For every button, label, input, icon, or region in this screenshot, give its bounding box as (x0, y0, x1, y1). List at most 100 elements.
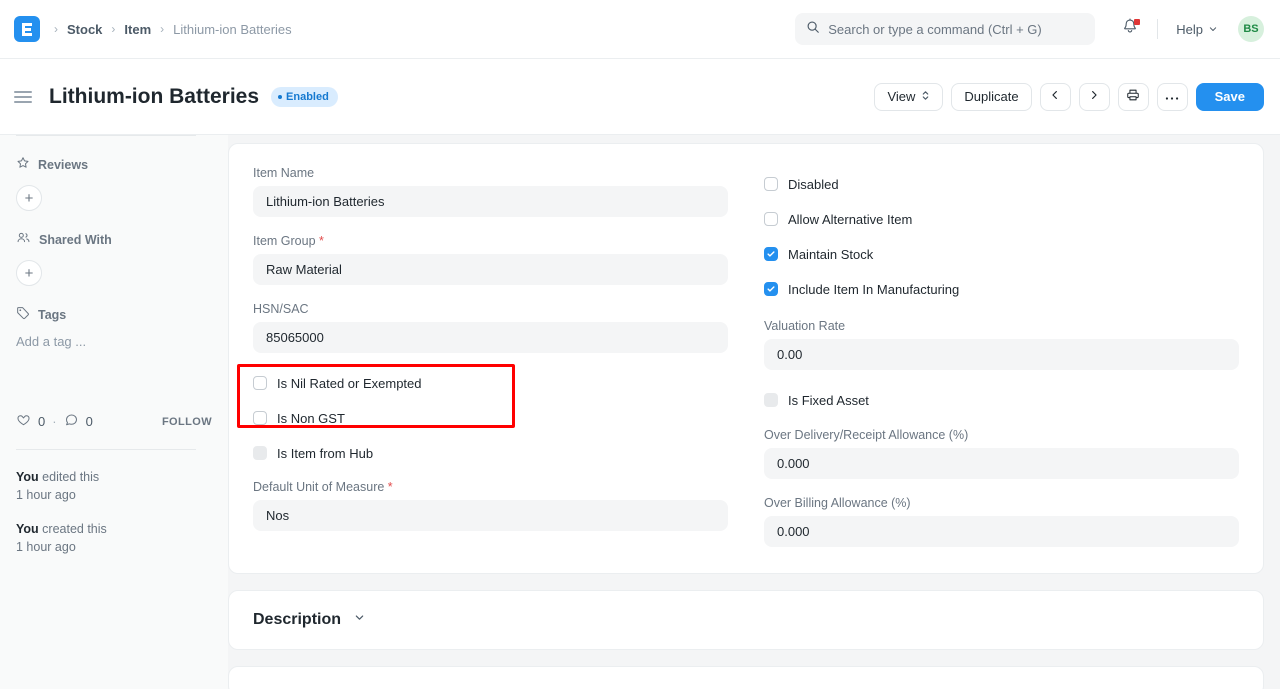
is-non-gst-label: Is Non GST (277, 410, 345, 426)
hsn-sac-input[interactable] (253, 322, 728, 353)
top-navbar: › Stock › Item › Lithium-ion Batteries S… (0, 0, 1280, 59)
page-body: Reviews + Shared With + Tags Add a tag .… (0, 135, 1280, 689)
erpnext-logo-icon[interactable] (14, 16, 40, 42)
sidebar-section-shared-with: Shared With + (16, 231, 212, 286)
more-options-button[interactable] (1156, 82, 1188, 111)
notifications-button[interactable] (1115, 14, 1145, 44)
add-tag-input[interactable]: Add a tag ... (16, 334, 212, 349)
print-button[interactable] (1117, 82, 1149, 111)
breadcrumb-item-stock[interactable]: Stock (67, 22, 102, 37)
maintain-stock-checkbox[interactable] (764, 247, 778, 261)
item-group-label: Item Group * (253, 234, 728, 248)
item-details-card: Item Name Item Group * HSN/SAC (228, 143, 1264, 574)
help-menu-button[interactable]: Help (1170, 18, 1224, 41)
checkbox-row-include-item-in-manufacturing[interactable]: Include Item In Manufacturing (764, 276, 1239, 302)
maintain-stock-label: Maintain Stock (788, 246, 874, 262)
over-billing-allowance-label: Over Billing Allowance (%) (764, 496, 911, 510)
page-title: Lithium-ion Batteries (49, 84, 260, 108)
comment-icon[interactable] (64, 413, 79, 430)
over-billing-allowance-input[interactable] (764, 516, 1239, 547)
required-asterisk: * (384, 480, 393, 494)
user-avatar[interactable]: BS (1238, 16, 1264, 42)
duplicate-button[interactable]: Duplicate (951, 82, 1032, 111)
search-icon (806, 20, 820, 39)
sidebar-toggle-icon[interactable] (14, 90, 32, 103)
chevron-down-icon (353, 611, 366, 629)
add-shared-user-button[interactable]: + (16, 260, 42, 286)
is-fixed-asset-label: Is Fixed Asset (788, 392, 869, 408)
chevron-right-icon (1088, 89, 1100, 104)
global-search[interactable] (795, 13, 1096, 45)
include-item-in-manufacturing-checkbox[interactable] (764, 282, 778, 296)
allow-alternative-item-checkbox[interactable] (764, 212, 778, 226)
activity-text: You edited this (16, 468, 218, 486)
item-name-input[interactable] (253, 186, 728, 217)
checkbox-row-allow-alternative-item[interactable]: Allow Alternative Item (764, 206, 1239, 232)
activity-actor: You (16, 522, 39, 537)
page-actions: View Duplicate Save (874, 59, 1264, 134)
field-default-uom: Default Unit of Measure * (253, 480, 728, 531)
item-name-label: Item Name (253, 166, 315, 180)
stats-separator: · (52, 414, 57, 429)
search-input[interactable] (828, 21, 1085, 37)
selector-chevron-icon (921, 89, 930, 105)
default-uom-label: Default Unit of Measure * (253, 480, 728, 494)
breadcrumb-separator-0: › (54, 22, 58, 36)
include-item-in-manufacturing-label: Include Item In Manufacturing (788, 281, 960, 297)
breadcrumb: › Stock › Item › Lithium-ion Batteries (54, 22, 292, 37)
follow-button[interactable]: FOLLOW (162, 416, 212, 428)
hsn-sac-label: HSN/SAC (253, 302, 309, 316)
checkbox-row-is-nil-rated[interactable]: Is Nil Rated or Exempted (253, 370, 728, 396)
is-nil-rated-checkbox[interactable] (253, 376, 267, 390)
item-group-input[interactable] (253, 254, 728, 285)
is-item-from-hub-label: Is Item from Hub (277, 445, 374, 461)
is-item-from-hub-checkbox (253, 446, 267, 460)
disabled-checkbox[interactable] (764, 177, 778, 191)
reviews-label: Reviews (38, 157, 89, 172)
status-badge: Enabled (271, 86, 338, 107)
activity-time: 1 hour ago (16, 488, 76, 503)
is-nil-rated-label: Is Nil Rated or Exempted (277, 375, 422, 391)
heart-icon[interactable] (16, 413, 31, 430)
next-record-button[interactable] (1078, 82, 1110, 111)
is-non-gst-checkbox[interactable] (253, 411, 267, 425)
description-section-toggle[interactable]: Description (253, 611, 1239, 629)
notification-badge-dot (1134, 19, 1141, 25)
checkbox-row-maintain-stock[interactable]: Maintain Stock (764, 241, 1239, 267)
view-button[interactable]: View (874, 82, 944, 111)
add-review-button[interactable]: + (16, 185, 42, 211)
breadcrumb-item-item[interactable]: Item (124, 22, 151, 37)
navbar-divider (1157, 19, 1159, 39)
status-dot-icon (278, 94, 283, 99)
comment-count: 0 (85, 414, 93, 429)
over-delivery-allowance-input[interactable] (764, 448, 1239, 479)
default-uom-input[interactable] (253, 500, 728, 531)
is-fixed-asset-checkbox (764, 393, 778, 407)
allow-alternative-item-label: Allow Alternative Item (788, 211, 913, 227)
valuation-rate-input[interactable] (764, 339, 1239, 370)
ellipsis-icon (1165, 89, 1179, 104)
activity-time: 1 hour ago (16, 540, 76, 555)
sidebar-divider (16, 449, 196, 450)
activity-text: You created this (16, 520, 218, 538)
checkbox-row-disabled[interactable]: Disabled (764, 171, 1239, 197)
activity-action: created this (38, 522, 107, 537)
printer-icon (1126, 88, 1140, 105)
activity-entry: You edited this 1 hour ago (16, 468, 218, 504)
valuation-rate-label: Valuation Rate (764, 319, 846, 333)
sidebar-section-reviews: Reviews + (16, 156, 212, 211)
tags-heading: Tags (16, 306, 212, 323)
chevron-left-icon (1049, 89, 1061, 104)
default-uom-label-text: Default Unit of Measure (253, 480, 385, 494)
previous-record-button[interactable] (1039, 82, 1071, 111)
save-button[interactable]: Save (1195, 82, 1264, 111)
checkbox-row-is-non-gst[interactable]: Is Non GST (253, 405, 728, 431)
field-hsn-sac: HSN/SAC (253, 302, 728, 353)
field-over-billing-allowance: Over Billing Allowance (%) (764, 496, 1239, 547)
help-label: Help (1176, 21, 1203, 37)
reviews-heading: Reviews (16, 156, 212, 173)
sidebar-section-tags: Tags Add a tag ... (16, 306, 212, 349)
breadcrumb-separator-2: › (160, 22, 165, 36)
disabled-label: Disabled (788, 176, 839, 192)
shared-with-label: Shared With (39, 232, 112, 247)
